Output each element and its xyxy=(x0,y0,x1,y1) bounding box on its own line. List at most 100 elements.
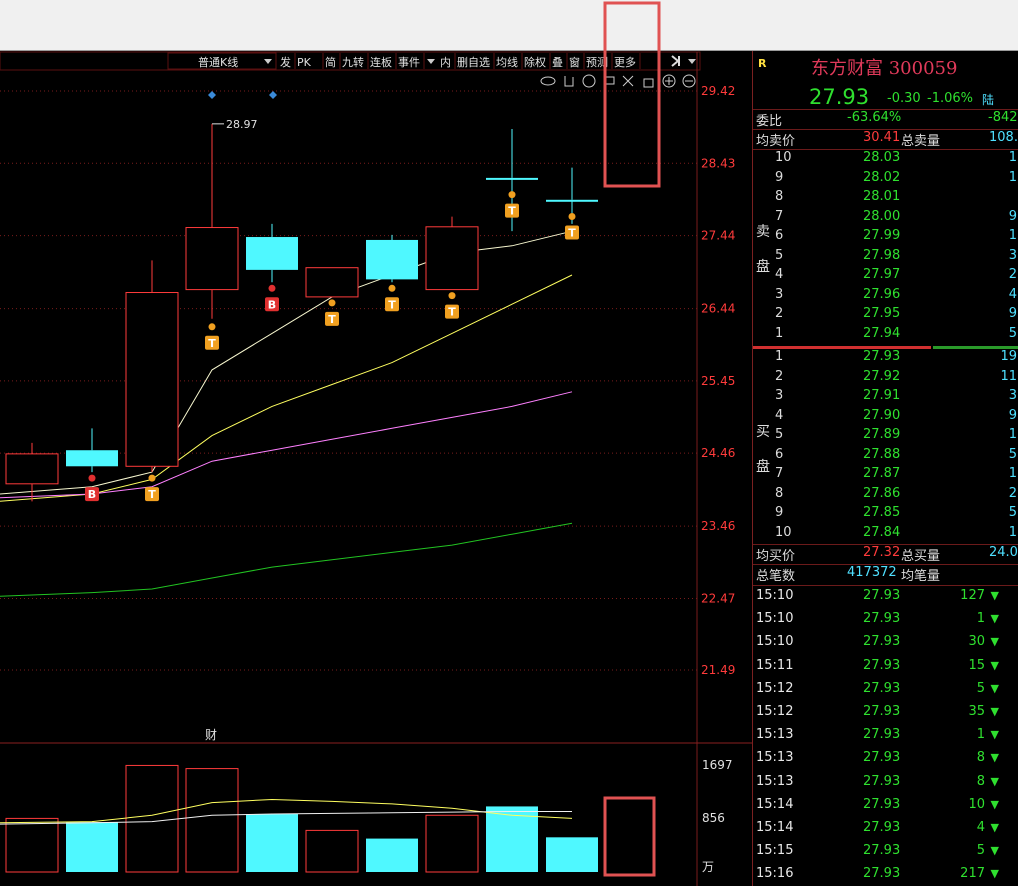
buy-level-row: 9 27.85 5 xyxy=(753,505,1018,524)
signal-badge-label: T xyxy=(328,313,336,326)
tick-price: 27.93 xyxy=(863,657,901,673)
signal-badge-label: T xyxy=(208,337,216,350)
down-arrow-icon: ▼ xyxy=(990,821,999,834)
chart-icons xyxy=(540,74,696,88)
sell-level-price: 27.96 xyxy=(863,286,901,302)
total-sell-value: 108. xyxy=(989,130,1018,145)
down-arrow-icon: ▼ xyxy=(990,658,999,672)
tick-volume: 5 xyxy=(976,843,985,859)
down-arrow-icon: ▼ xyxy=(990,635,999,649)
tick-row: 15:10 27.93 127 ▼ xyxy=(753,588,1018,607)
sell-level-price: 27.94 xyxy=(863,325,901,341)
tick-time: 15:13 xyxy=(756,727,794,743)
tick-price: 27.93 xyxy=(863,727,901,743)
finance-label: 财 xyxy=(205,728,217,742)
last-price: 27.93 xyxy=(809,85,870,109)
tick-row: 15:12 27.93 35 ▼ xyxy=(753,704,1018,723)
sell-level-lvl: 10 xyxy=(775,150,792,165)
total-buy-value: 24.0 xyxy=(989,545,1018,560)
down-arrow-icon: ▼ xyxy=(990,612,999,626)
price-tick-label: 29.42 xyxy=(701,84,735,98)
chart-toolbar: 普通K线发 PK 简九转 连板 事件内删自选 均线 除权叠窗预测 更多 xyxy=(0,51,701,71)
candle-body xyxy=(366,239,418,280)
tick-price: 27.93 xyxy=(863,796,901,812)
buy-level-price: 27.87 xyxy=(863,466,901,481)
tick-row: 15:10 27.93 30 ▼ xyxy=(753,634,1018,653)
buy-level-lvl: 5 xyxy=(775,427,784,442)
tick-volume: 5 xyxy=(976,680,985,696)
buy-level-row: 2 27.92 11 xyxy=(753,369,1018,388)
buy-level-lvl: 1 xyxy=(775,349,784,364)
sell-level-lvl: 5 xyxy=(775,247,784,263)
buy-level-vol: 2 xyxy=(1008,485,1017,501)
board-badge: 陆 xyxy=(982,93,995,107)
weicha-value: -842 xyxy=(988,110,1018,125)
buy-level-row: 4 27.90 9 xyxy=(753,408,1018,427)
trades-label: 总笔数 xyxy=(756,569,796,584)
sell-level-row: 5 27.98 3 xyxy=(753,248,1018,267)
signal-badge-label: T xyxy=(388,298,396,311)
buy-level-vol: 5 xyxy=(1008,505,1017,520)
signal-badge-label: T xyxy=(448,306,456,319)
candle-body xyxy=(125,292,179,467)
candle-body xyxy=(546,199,598,202)
sell-level-vol: 1 xyxy=(1008,150,1017,165)
weibi-value: -63.64% xyxy=(847,110,902,125)
tick-price: 27.93 xyxy=(863,773,901,789)
buy-level-lvl: 4 xyxy=(775,407,784,423)
stock-name: 东方财富 300059 xyxy=(811,58,958,79)
weibi-label: 委比 xyxy=(756,114,783,129)
sell-level-row: 6 27.99 1 xyxy=(753,228,1018,247)
down-arrow-icon: ▼ xyxy=(990,867,999,881)
down-arrow-icon: ▼ xyxy=(990,774,999,788)
sell-level-price: 28.03 xyxy=(863,150,901,165)
candle-body xyxy=(486,177,538,180)
toolbar-button-8: 均线 xyxy=(496,55,518,69)
tick-volume: 8 xyxy=(976,750,985,766)
buy-level-price: 27.88 xyxy=(863,446,901,462)
sell-level-vol: 2 xyxy=(1008,267,1017,282)
buy-level-lvl: 7 xyxy=(775,466,784,481)
price-axis: 29.42 28.43 27.44 26.44 25.45 24.46 23.46 22.47… xyxy=(701,84,735,677)
buy-level-vol: 1 xyxy=(1008,427,1017,442)
tick-price: 27.93 xyxy=(863,611,901,627)
volume-bar xyxy=(546,837,598,872)
volume-bar xyxy=(366,838,418,872)
sell-level-vol: 3 xyxy=(1008,247,1017,263)
avg-buy-label: 均买价 xyxy=(756,549,796,564)
tick-time: 15:13 xyxy=(756,773,794,789)
signal-badge-label: B xyxy=(268,298,276,311)
sell-level-price: 27.98 xyxy=(863,247,901,263)
tick-time: 15:12 xyxy=(756,704,794,719)
down-arrow-icon: ▼ xyxy=(990,751,999,765)
tick-volume: 1 xyxy=(976,611,985,627)
down-arrow-icon: ▼ xyxy=(990,705,999,718)
tick-volume: 217 xyxy=(960,866,985,882)
avg-trade-label: 均笔量 xyxy=(901,569,941,584)
price-change-pct: -1.06% xyxy=(927,91,973,106)
event-diamond-icon xyxy=(269,91,277,99)
signal-badge-label: T xyxy=(568,227,576,240)
toolbar-button-11: 窗 xyxy=(569,55,580,69)
tick-price: 27.93 xyxy=(863,588,901,603)
moving-averages xyxy=(0,230,573,597)
tick-time: 15:10 xyxy=(756,634,794,650)
sell-level-row: 2 27.95 9 xyxy=(753,306,1018,325)
price-tick-label: 23.46 xyxy=(701,519,735,533)
total-sell-label: 总卖量 xyxy=(901,134,941,149)
sell-level-price: 28.02 xyxy=(863,169,901,185)
tick-time: 15:10 xyxy=(756,611,794,627)
sell-level-lvl: 9 xyxy=(775,169,784,185)
volume-bar xyxy=(305,829,359,873)
buy-level-price: 27.90 xyxy=(863,407,901,423)
tick-row: 15:11 27.93 15 ▼ xyxy=(753,658,1018,677)
tick-time: 15:14 xyxy=(756,796,794,812)
sell-level-lvl: 8 xyxy=(775,189,784,204)
play-icon xyxy=(582,74,596,88)
price-tick-label: 27.44 xyxy=(701,229,735,243)
volume-bar xyxy=(425,814,479,873)
sell-level-vol: 5 xyxy=(1008,325,1017,341)
ma-line-2 xyxy=(0,391,573,499)
signal-badge-label: T xyxy=(148,488,156,501)
buy-level-lvl: 9 xyxy=(775,505,784,520)
